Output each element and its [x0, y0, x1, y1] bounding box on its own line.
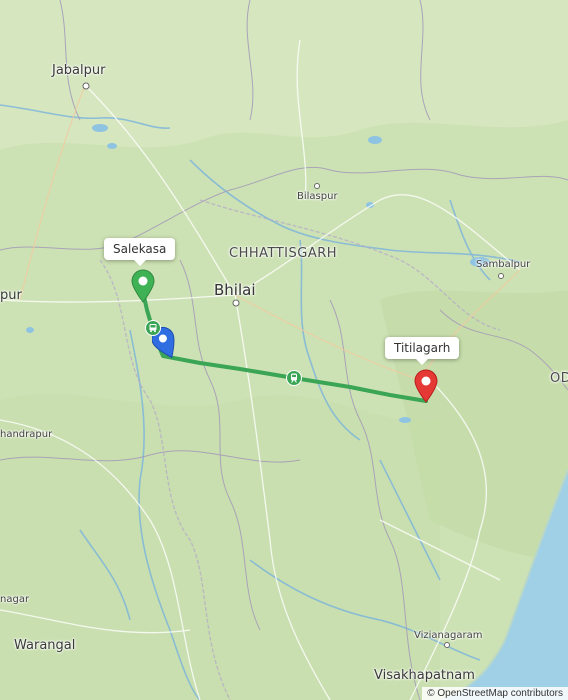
place-label-nagar: nagar	[0, 594, 30, 605]
state-label-chhattisgarh: CHHATTISGARH	[229, 246, 338, 261]
place-label-bhilai: Bhilai	[214, 281, 256, 299]
end-marker-pin-icon[interactable]	[414, 369, 438, 403]
start-location-label: Salekasa	[113, 242, 167, 256]
place-label-sambalpur: Sambalpur	[476, 259, 531, 270]
start-location-callout[interactable]: Salekasa	[104, 238, 176, 266]
state-label-odisha: OD	[550, 371, 568, 386]
place-label-visakhapatnam: Visakhapatnam	[374, 668, 475, 683]
end-location-callout[interactable]: Titilagarh	[385, 337, 460, 365]
start-marker-pin-icon[interactable]	[131, 269, 155, 303]
place-label-jabalpur: Jabalpur	[52, 63, 106, 78]
place-label-vizianagaram: Vizianagaram	[414, 630, 483, 641]
place-label-chandrapur: handrapur	[0, 429, 53, 440]
place-label-nagpur: pur	[0, 288, 22, 303]
end-location-label: Titilagarh	[394, 341, 451, 355]
map-base-layer	[0, 0, 568, 700]
train-icon[interactable]	[286, 370, 302, 386]
place-label-bilaspur: Bilaspur	[297, 191, 338, 202]
place-label-warangal: Warangal	[14, 638, 76, 653]
bus-icon[interactable]	[145, 320, 161, 336]
map-attribution[interactable]: © OpenStreetMap contributors	[422, 687, 568, 700]
map-canvas[interactable]: Jabalpur Bilaspur CHHATTISGARH Bhilai Sa…	[0, 0, 568, 700]
